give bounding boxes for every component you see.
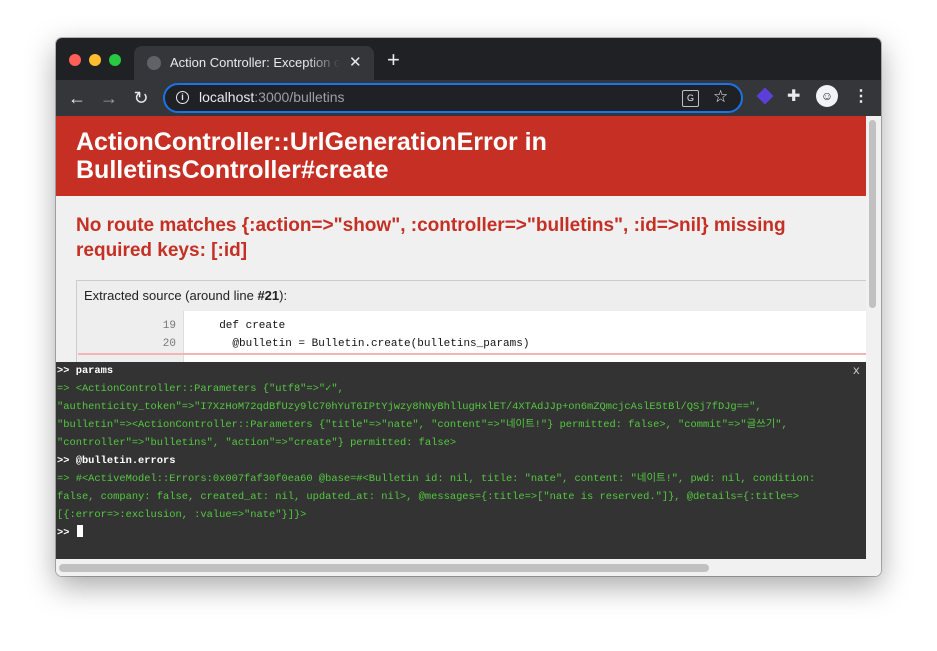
- zoom-window-button[interactable]: [109, 54, 121, 66]
- close-tab-icon[interactable]: ✕: [349, 53, 362, 71]
- tab-strip: Action Controller: Exception caught ✕ +: [56, 38, 881, 80]
- console-input-line: >> params: [57, 365, 114, 377]
- console-output-line: => #<ActiveModel::Errors:0x007faf30f0ea6…: [57, 473, 816, 485]
- console-prompt-text: >>: [57, 527, 76, 539]
- error-message: No route matches {:action=>"show", :cont…: [76, 215, 786, 261]
- vertical-scrollbar-thumb[interactable]: [869, 120, 876, 308]
- error-header: ActionController::UrlGenerationError in …: [56, 116, 866, 196]
- info-icon[interactable]: i: [176, 91, 189, 104]
- source-line-number: #21: [257, 288, 280, 303]
- globe-icon: [147, 56, 161, 70]
- console-input-line: >> @bulletin.errors: [57, 455, 176, 467]
- horizontal-scrollbar-thumb[interactable]: [59, 564, 709, 572]
- line-number: 20: [162, 338, 176, 350]
- minimize-window-button[interactable]: [89, 54, 101, 66]
- console-prompt[interactable]: >>: [57, 524, 862, 542]
- new-tab-button[interactable]: +: [387, 49, 400, 71]
- source-caption-suffix: ):: [279, 288, 288, 303]
- source-caption-prefix: Extracted source (around line: [84, 288, 258, 303]
- toolbar: ← → ↻ i localhost:3000/bulletins G ☆ ✚ ☺…: [56, 80, 881, 116]
- console-output-line: "authenticity_token"=>"I7XzHoM72qdBfUzy9…: [57, 401, 762, 413]
- puzzle-icon[interactable]: ✚: [787, 86, 800, 106]
- tab-title: Action Controller: Exception caught: [170, 55, 340, 70]
- console-output-line: "bulletin"=><ActionController::Parameter…: [57, 419, 788, 431]
- menu-icon[interactable]: ⋮: [853, 86, 869, 106]
- tab-active[interactable]: Action Controller: Exception caught ✕: [134, 46, 374, 80]
- line-code: @bulletin = Bulletin.create(bulletins_pa…: [206, 338, 530, 350]
- address-bar[interactable]: i localhost:3000/bulletins G ☆: [163, 83, 743, 113]
- console-output-line: => <ActionController::Parameters {"utf8"…: [57, 383, 344, 395]
- console-output-line: [{:error=>:exclusion, :value=>"nate"}]}>: [57, 509, 307, 521]
- translate-icon[interactable]: G: [682, 90, 699, 107]
- extension-icon[interactable]: [756, 87, 774, 105]
- text-cursor: [76, 525, 83, 537]
- vertical-scrollbar[interactable]: [866, 116, 881, 576]
- web-console[interactable]: x >> params => <ActionController::Parame…: [56, 362, 866, 559]
- url-host: localhost: [199, 89, 255, 105]
- page-content: ActionController::UrlGenerationError in …: [56, 116, 881, 576]
- code-line: 20 @bulletin = Bulletin.create(bulletins…: [78, 335, 867, 355]
- page-title: ActionController::UrlGenerationError in …: [76, 128, 547, 184]
- back-button[interactable]: ←: [66, 87, 88, 109]
- line-code: def create: [206, 320, 286, 332]
- horizontal-scrollbar[interactable]: [56, 559, 866, 576]
- close-window-button[interactable]: [69, 54, 81, 66]
- console-output-line: false, company: false, created_at: nil, …: [57, 491, 800, 503]
- url-path: :3000/bulletins: [254, 89, 345, 105]
- browser-window: Action Controller: Exception caught ✕ + …: [56, 38, 881, 576]
- source-caption: Extracted source (around line #21):: [84, 288, 287, 303]
- reload-button[interactable]: ↻: [130, 87, 152, 109]
- code-line: 19 def create: [78, 317, 867, 335]
- url-text[interactable]: localhost:3000/bulletins: [199, 89, 345, 105]
- forward-button[interactable]: →: [98, 87, 120, 109]
- avatar[interactable]: ☺: [816, 85, 838, 107]
- bookmark-star-icon[interactable]: ☆: [713, 87, 728, 107]
- line-number: 19: [162, 320, 176, 332]
- console-output-line: "controller"=>"bulletins", "action"=>"cr…: [57, 437, 457, 449]
